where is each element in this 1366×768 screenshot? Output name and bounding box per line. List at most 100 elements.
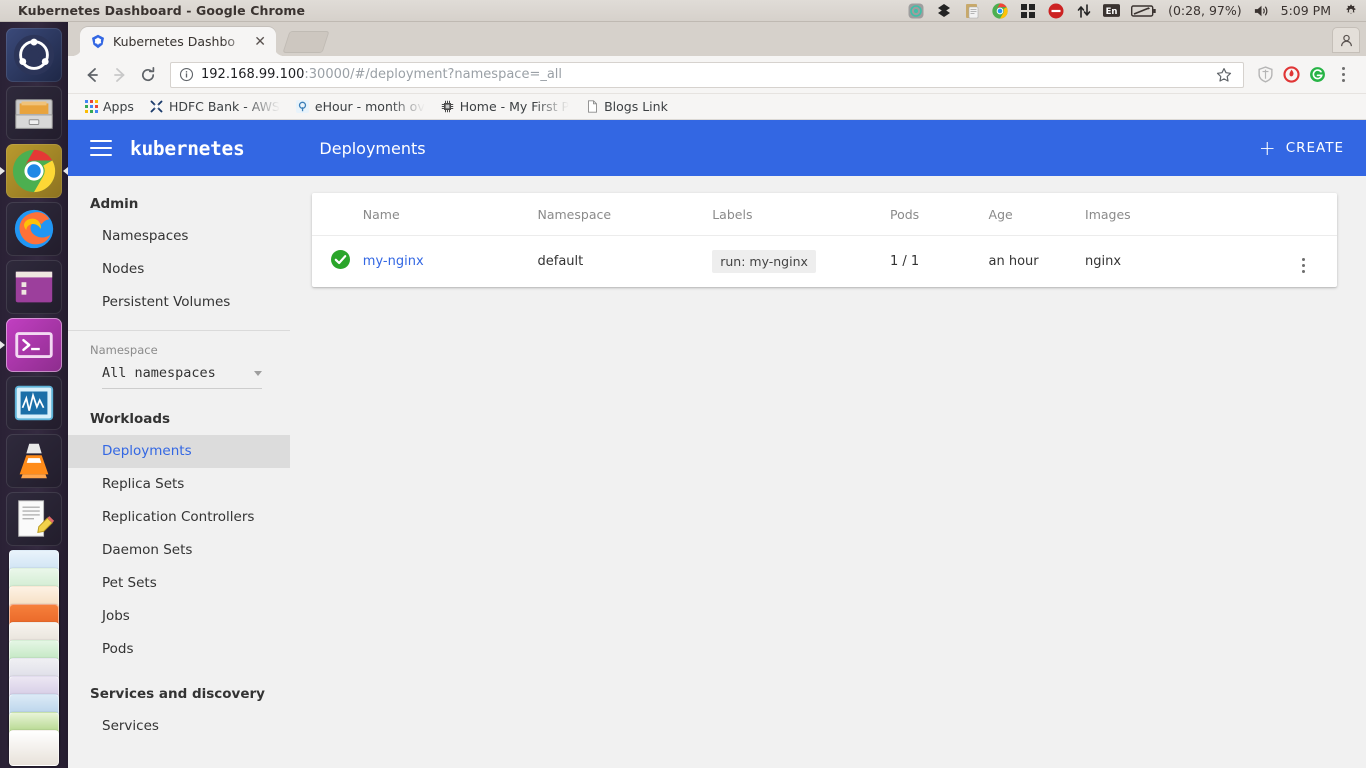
hamburger-icon[interactable] <box>90 140 112 156</box>
document-icon <box>585 100 599 114</box>
back-button[interactable] <box>78 61 106 89</box>
text-editor-icon[interactable] <box>6 492 62 546</box>
firefox-icon[interactable] <box>6 202 62 256</box>
terminal-purple-icon[interactable] <box>6 260 62 314</box>
avatar[interactable] <box>1332 27 1360 53</box>
network-icon[interactable] <box>1075 2 1092 19</box>
table-row[interactable]: my-nginx default run: my-nginx 1 / 1 an … <box>312 236 1337 288</box>
green-g-extension-icon[interactable] <box>1304 62 1330 88</box>
sidebar-item-daemon-sets[interactable]: Daemon Sets <box>68 534 290 567</box>
bookmark-label: Blogs Link <box>604 99 668 114</box>
bookmark-label: Apps <box>103 99 134 114</box>
workspace-switcher-icon[interactable] <box>1019 2 1036 19</box>
unity-launcher <box>0 22 68 768</box>
red-circle-extension-icon[interactable] <box>1278 62 1304 88</box>
sidebar-item-namespaces[interactable]: Namespaces <box>68 220 290 253</box>
bookmark-hdfc[interactable]: HDFC Bank - AWS <box>142 96 288 118</box>
ubuntu-dash-icon[interactable] <box>6 28 62 82</box>
sidebar-heading-admin: Admin <box>90 196 139 212</box>
session-gear-icon[interactable] <box>1342 2 1359 19</box>
row-labels: run: my-nginx <box>712 236 890 288</box>
column-header-pods[interactable]: Pods <box>889 193 989 236</box>
forward-button[interactable] <box>106 61 134 89</box>
kubernetes-favicon <box>90 34 106 50</box>
namespace-label: Namespace <box>90 343 158 357</box>
app-stack-icon[interactable] <box>4 550 64 766</box>
sidebar-item-ingress[interactable]: Ingress <box>68 743 290 749</box>
column-header-actions <box>1278 193 1337 236</box>
sparkleshare-icon[interactable] <box>907 2 924 19</box>
bookmark-apps[interactable]: Apps <box>76 96 142 118</box>
tab-strip: Kubernetes Dashbo ✕ <box>68 22 1366 56</box>
kebab-menu-icon[interactable] <box>1302 258 1305 273</box>
label-chip[interactable]: run: my-nginx <box>712 250 816 273</box>
deployment-name-link[interactable]: my-nginx <box>363 254 424 269</box>
url-text: 192.168.99.100:30000/#/deployment?namesp… <box>201 67 1211 82</box>
dropbox-icon[interactable] <box>935 2 952 19</box>
clock[interactable]: 5:09 PM <box>1281 3 1331 18</box>
sidebar-item-persistent-volumes[interactable]: Persistent Volumes <box>68 286 290 319</box>
battery-icon[interactable] <box>1131 2 1157 19</box>
sidebar-item-pods[interactable]: Pods <box>68 633 290 666</box>
close-icon[interactable]: ✕ <box>250 35 270 49</box>
shield-extension-icon[interactable] <box>1252 62 1278 88</box>
do-not-disturb-icon[interactable] <box>1047 2 1064 19</box>
new-tab-button[interactable] <box>282 31 330 53</box>
column-header-age[interactable]: Age <box>988 193 1086 236</box>
sidebar-item-jobs[interactable]: Jobs <box>68 600 290 633</box>
google-chrome-icon[interactable] <box>0 144 68 198</box>
files-icon[interactable] <box>6 86 62 140</box>
sidebar-item-replication-controllers[interactable]: Replication Controllers <box>68 501 290 534</box>
browser-tab[interactable]: Kubernetes Dashbo ✕ <box>80 27 276 56</box>
clipboard-icon[interactable] <box>963 2 980 19</box>
vlc-icon[interactable] <box>6 434 62 488</box>
kubernetes-logo[interactable]: kubernetes <box>130 137 245 160</box>
chrome-window: Kubernetes Dashbo ✕ 192.168.99.100:30000… <box>68 22 1366 768</box>
sidebar-item-replica-sets[interactable]: Replica Sets <box>68 468 290 501</box>
sidebar-item-deployments[interactable]: Deployments <box>68 435 290 468</box>
bookmarks-bar: Apps HDFC Bank - AWS eHour - month ov Ho… <box>68 94 1366 120</box>
namespace-select[interactable]: All namespaces <box>102 365 262 389</box>
reload-button[interactable] <box>134 61 162 89</box>
chrome-menu-button[interactable] <box>1330 62 1356 88</box>
battery-status-text: (0:28, 97%) <box>1168 3 1242 18</box>
bookmark-ehour[interactable]: eHour - month ov <box>288 96 433 118</box>
volume-icon[interactable] <box>1253 2 1270 19</box>
column-header-namespace[interactable]: Namespace <box>537 193 713 236</box>
bookmark-label: eHour - month ov <box>314 99 425 114</box>
terminal-active-icon[interactable] <box>0 318 62 372</box>
breadcrumb: Deployments <box>319 138 426 158</box>
column-header-status <box>312 193 363 236</box>
hdfc-icon <box>150 100 164 114</box>
url-host: 192.168.99.100 <box>201 67 305 82</box>
bookmark-home[interactable]: Home - My First P <box>433 96 577 118</box>
running-pip-left <box>0 167 5 175</box>
bookmark-blogs[interactable]: Blogs Link <box>577 96 676 118</box>
ehour-icon <box>296 100 310 114</box>
column-header-name[interactable]: Name <box>362 193 538 236</box>
table-header: Name Namespace Labels Pods Age Images <box>312 193 1337 236</box>
column-header-labels[interactable]: Labels <box>712 193 890 236</box>
sidebar-item-nodes[interactable]: Nodes <box>68 253 290 286</box>
bookmark-star-icon[interactable] <box>1211 62 1237 88</box>
table-body: my-nginx default run: my-nginx 1 / 1 an … <box>312 236 1337 288</box>
page-info-icon[interactable] <box>179 67 194 82</box>
address-bar[interactable]: 192.168.99.100:30000/#/deployment?namesp… <box>170 61 1244 88</box>
apps-grid-icon <box>84 100 98 114</box>
system-monitor-icon[interactable] <box>6 376 62 430</box>
sidebar-item-pet-sets[interactable]: Pet Sets <box>68 567 290 600</box>
chrome-tray-icon[interactable] <box>991 2 1008 19</box>
url-path: :30000/#/deployment?namespace=_all <box>304 67 563 82</box>
sidebar-item-services[interactable]: Services <box>68 710 290 743</box>
page-body: Admin Namespaces Nodes Persistent Volume… <box>68 176 1366 749</box>
create-button[interactable]: + CREATE <box>1255 132 1348 164</box>
row-name: my-nginx <box>363 236 538 288</box>
row-status <box>312 236 363 288</box>
tab-title: Kubernetes Dashbo <box>113 34 236 49</box>
keyboard-layout-icon[interactable]: En <box>1103 2 1121 19</box>
sidebar: Admin Namespaces Nodes Persistent Volume… <box>68 176 290 749</box>
sidebar-heading-services: Services and discovery <box>90 686 265 702</box>
dashboard-header: kubernetes Deployments + CREATE <box>68 120 1366 176</box>
column-header-images[interactable]: Images <box>1085 193 1279 236</box>
chevron-down-icon <box>254 370 262 376</box>
